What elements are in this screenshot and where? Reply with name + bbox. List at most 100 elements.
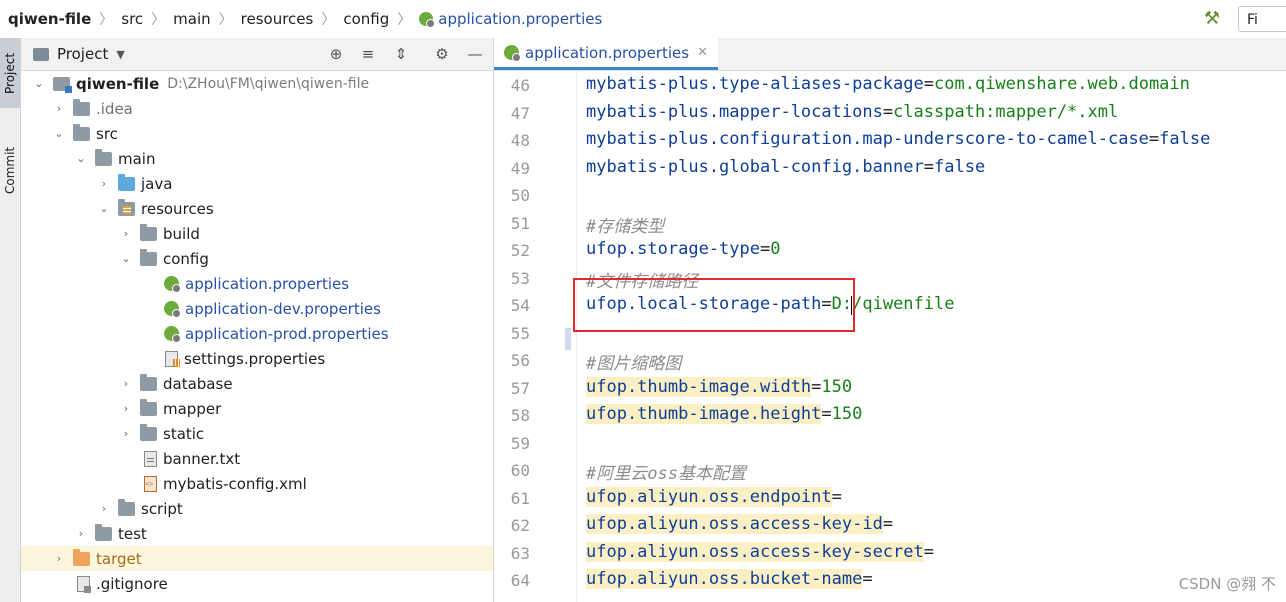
tree-item-gitignore[interactable]: .gitignore [21, 571, 493, 596]
tree-item-label: build [163, 224, 200, 243]
property-value: false [934, 157, 986, 177]
chevron-right-icon[interactable]: › [120, 402, 132, 415]
breadcrumb-main[interactable]: main [173, 10, 210, 28]
tree-item-java[interactable]: › java [21, 171, 493, 196]
tree-item-resources[interactable]: ⌄ resources [21, 196, 493, 221]
equals-sign: = [923, 74, 935, 94]
code-line: ufop.storage-type=0 [586, 239, 781, 259]
tree-item-application-prod-properties[interactable]: application-prod.properties [21, 321, 493, 346]
locate-target-icon[interactable]: ⊕ [326, 44, 346, 64]
build-hammer-icon[interactable]: ⚒ [1200, 8, 1224, 30]
chevron-right-icon[interactable]: › [98, 177, 110, 190]
tree-item-config[interactable]: ⌄ config [21, 246, 493, 271]
tree-item-banner-txt[interactable]: banner.txt [21, 446, 493, 471]
line-number: 56 [510, 351, 530, 370]
chevron-down-icon[interactable]: ⌄ [98, 202, 110, 215]
tree-item-settings-properties[interactable]: settings.properties [21, 346, 493, 371]
text-file-icon [144, 450, 157, 467]
tab-label: application.properties [525, 43, 690, 62]
tree-item-qiwen-file[interactable]: ⌄ qiwen-file D:\ZHou\FM\qiwen\qiwen-file [21, 71, 493, 96]
tree-item-mapper[interactable]: › mapper [21, 396, 493, 421]
equals-sign: = [923, 157, 935, 177]
tree-item-script[interactable]: › script [21, 496, 493, 521]
equals-sign: = [760, 239, 771, 259]
tree-item-src[interactable]: ⌄ src [21, 121, 493, 146]
breadcrumb-resources[interactable]: resources [241, 10, 314, 28]
breadcrumb-file[interactable]: application.properties [419, 10, 602, 28]
source-folder-icon [118, 173, 135, 191]
tree-item-build[interactable]: › build [21, 221, 493, 246]
tree-item-application-properties[interactable]: application.properties [21, 271, 493, 296]
breadcrumb-config[interactable]: config [343, 10, 389, 28]
tab-application-properties[interactable]: application.properties ✕ [494, 38, 718, 70]
breadcrumb-file-label: application.properties [438, 10, 603, 28]
folder-icon [95, 523, 112, 541]
chevron-right-icon[interactable]: › [98, 502, 110, 515]
tree-item-main[interactable]: ⌄ main [21, 146, 493, 171]
line-number: 53 [510, 269, 530, 288]
tree-item-target[interactable]: › target [21, 546, 493, 571]
chevron-right-icon[interactable]: › [120, 427, 132, 440]
chevron-right-icon[interactable]: › [53, 552, 65, 565]
property-value: com.qiwenshare.web.domain [934, 74, 1190, 94]
breadcrumb-project[interactable]: qiwen-file [8, 10, 91, 28]
project-panel-header: Project ▼ ⊕ ≡ ⇕ ⚙ — [21, 38, 493, 71]
chevron-right-icon[interactable]: › [75, 527, 87, 540]
line-number: 60 [510, 461, 530, 480]
tree-item-label: test [118, 524, 147, 543]
spring-properties-icon [419, 12, 436, 28]
chevron-down-icon[interactable]: ⌄ [53, 127, 65, 140]
tool-tab-project[interactable]: Project [0, 38, 20, 108]
tree-item-mybatis-config-xml[interactable]: mybatis-config.xml [21, 471, 493, 496]
code-line: mybatis-plus.type-aliases-package=com.qi… [586, 74, 1190, 94]
folder-icon [140, 248, 157, 266]
chevron-right-icon[interactable]: › [120, 227, 132, 240]
chevron-down-icon[interactable]: ⌄ [75, 152, 87, 165]
code-editor[interactable]: 46 47 48 49 50 51 52 53 54 55 56 57 58 5… [494, 71, 1286, 602]
tree-item-idea[interactable]: › .idea [21, 96, 493, 121]
tree-item-label: settings.properties [184, 349, 326, 368]
tool-tab-commit[interactable]: Commit [0, 130, 20, 210]
property-key: ufop.aliyun.oss.endpoint [586, 487, 832, 507]
property-key: ufop.aliyun.oss.access-key-id [586, 514, 883, 534]
code-line: mybatis-plus.configuration.map-underscor… [586, 129, 1210, 149]
project-tree: ⌄ qiwen-file D:\ZHou\FM\qiwen\qiwen-file… [21, 71, 493, 602]
expand-all-icon[interactable]: ≡ [358, 44, 378, 64]
annotation-highlight-box [573, 278, 855, 332]
code-comment: #图片缩略图 [586, 354, 682, 374]
collapse-all-icon[interactable]: ⇕ [391, 44, 411, 64]
tree-item-static[interactable]: › static [21, 421, 493, 446]
tree-item-label: main [118, 149, 156, 168]
chevron-right-icon[interactable]: › [120, 377, 132, 390]
chevron-down-icon[interactable]: ⌄ [120, 252, 132, 265]
line-number: 51 [510, 214, 530, 233]
property-value: 150 [831, 404, 863, 424]
spring-properties-icon [164, 301, 181, 318]
breadcrumb-src[interactable]: src [121, 10, 143, 28]
line-number: 46 [510, 76, 530, 95]
property-key: mybatis-plus.mapper-locations [586, 102, 883, 122]
chevron-down-icon[interactable]: ⌄ [33, 77, 45, 90]
find-field[interactable]: Fi [1238, 6, 1286, 32]
tree-item-test[interactable]: › test [21, 521, 493, 546]
properties-file-icon [165, 350, 180, 367]
chevron-down-icon[interactable]: ▼ [116, 48, 124, 61]
project-panel-title[interactable]: Project [57, 45, 108, 63]
property-key: ufop.storage-type [586, 239, 760, 259]
equals-sign: = [821, 404, 832, 424]
tree-item-application-dev-properties[interactable]: application-dev.properties [21, 296, 493, 321]
spring-properties-icon [504, 45, 521, 62]
property-value: 150 [821, 377, 853, 397]
chevron-right-icon[interactable]: › [53, 102, 65, 115]
code-line: ufop.thumb-image.width=150 [586, 377, 852, 397]
tree-item-label: application-prod.properties [185, 324, 389, 343]
close-icon[interactable]: ✕ [697, 45, 708, 60]
line-number: 58 [510, 406, 530, 425]
line-number: 47 [510, 104, 530, 123]
gear-icon[interactable]: ⚙ [432, 44, 452, 64]
minimize-icon[interactable]: — [465, 44, 485, 64]
breadcrumb: qiwen-file 〉 src 〉 main 〉 resources 〉 co… [0, 9, 602, 29]
equals-sign: = [882, 102, 894, 122]
folder-icon [73, 123, 90, 141]
tree-item-database[interactable]: › database [21, 371, 493, 396]
